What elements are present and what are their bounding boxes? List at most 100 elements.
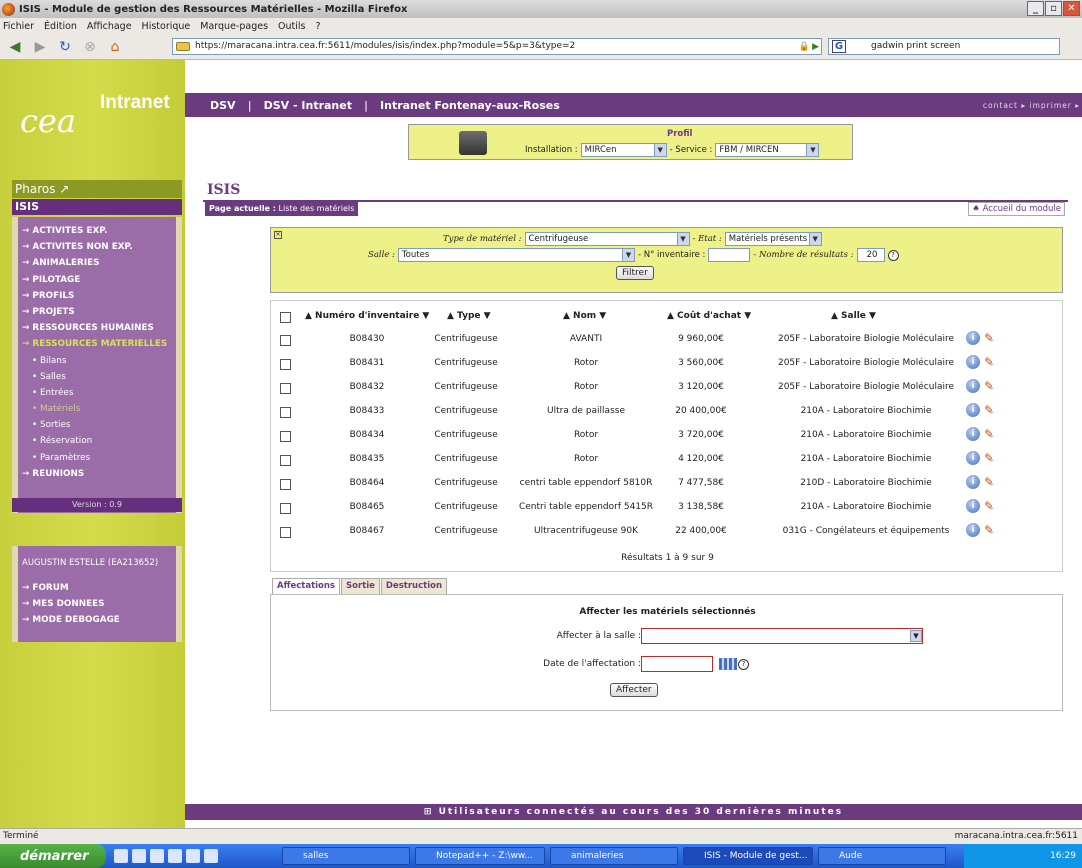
- quicklaunch-word-icon[interactable]: [168, 849, 182, 863]
- sidebar-subitem-parametres[interactable]: • Paramètres: [18, 450, 176, 466]
- help-icon[interactable]: ?: [738, 659, 749, 670]
- sidebar-item-animaleries[interactable]: → ANIMALERIES: [18, 255, 176, 271]
- sidebar-item-projets[interactable]: → PROJETS: [18, 304, 176, 320]
- connected-users-band[interactable]: ⊞ Utilisateurs connectés au cours des 30…: [185, 804, 1082, 820]
- taskbar-item-animaleries[interactable]: animaleries: [550, 847, 678, 865]
- col-header-salle[interactable]: ▲ Salle ▼: [831, 311, 876, 321]
- salle-affect-select[interactable]: ▼: [641, 628, 923, 644]
- info-icon[interactable]: i: [966, 403, 980, 417]
- etat-select[interactable]: Matériels présents ▼: [724, 232, 822, 246]
- col-header-cout[interactable]: ▲ Coût d'achat ▼: [667, 311, 751, 321]
- col-header-inventaire[interactable]: ▲ Numéro d'inventaire ▼: [305, 311, 429, 321]
- col-header-type[interactable]: ▲ Type ▼: [447, 311, 491, 321]
- menu-affichage[interactable]: Affichage: [87, 21, 132, 32]
- col-header-nom[interactable]: ▲ Nom ▼: [563, 311, 606, 321]
- sidebar-item-activites-non-exp[interactable]: → ACTIVITES NON EXP.: [18, 239, 176, 255]
- taskbar-item-salles[interactable]: salles: [282, 847, 410, 865]
- taskbar-item-isis[interactable]: ISIS - Module de gest...: [683, 847, 813, 865]
- row-checkbox[interactable]: [280, 335, 291, 346]
- edit-pencil-icon[interactable]: ✎: [984, 427, 998, 441]
- sidebar-item-ressources-humaines[interactable]: → RESSOURCES HUMAINES: [18, 320, 176, 336]
- inventaire-input[interactable]: [708, 248, 751, 262]
- row-checkbox[interactable]: [280, 455, 291, 466]
- pharos-link[interactable]: Pharos ↗: [12, 180, 182, 198]
- info-icon[interactable]: i: [966, 379, 980, 393]
- cea-logo[interactable]: cea: [20, 102, 80, 142]
- row-checkbox[interactable]: [280, 527, 291, 538]
- sidebar-subitem-sorties[interactable]: • Sorties: [18, 417, 176, 433]
- contact-print-links[interactable]: contact ▸ imprimer ▸: [983, 101, 1080, 110]
- info-icon[interactable]: i: [966, 451, 980, 465]
- nav-link-dsv-intranet[interactable]: DSV - Intranet: [264, 99, 352, 112]
- taskbar-item-aude[interactable]: Aude: [818, 847, 946, 865]
- edit-pencil-icon[interactable]: ✎: [984, 451, 998, 465]
- type-select[interactable]: Centrifugeuse ▼: [524, 232, 690, 246]
- quicklaunch-powerpoint-icon[interactable]: [186, 849, 200, 863]
- filter-button[interactable]: Filtrer: [616, 266, 654, 280]
- info-icon[interactable]: i: [966, 427, 980, 441]
- date-affect-input[interactable]: [641, 656, 713, 672]
- quicklaunch-excel-icon[interactable]: [204, 849, 218, 863]
- edit-pencil-icon[interactable]: ✎: [984, 403, 998, 417]
- menu-help[interactable]: ?: [315, 21, 320, 32]
- maximize-button[interactable]: ▫: [1045, 1, 1062, 16]
- row-checkbox[interactable]: [280, 431, 291, 442]
- edit-pencil-icon[interactable]: ✎: [984, 523, 998, 537]
- module-home-link[interactable]: ♠ Accueil du module: [968, 202, 1065, 216]
- reload-icon[interactable]: ↻: [55, 38, 75, 56]
- sidebar-item-forum[interactable]: → FORUM: [18, 580, 176, 596]
- row-checkbox[interactable]: [280, 383, 291, 394]
- sidebar-subitem-salles[interactable]: • Salles: [18, 369, 176, 385]
- collapse-icon[interactable]: ×: [274, 231, 282, 239]
- back-arrow-icon[interactable]: ◀: [5, 38, 25, 56]
- row-checkbox[interactable]: [280, 479, 291, 490]
- sidebar-item-mode-debogage[interactable]: → MODE DEBOGAGE: [18, 612, 176, 628]
- edit-pencil-icon[interactable]: ✎: [984, 499, 998, 513]
- tab-affectations[interactable]: Affectations: [272, 578, 340, 594]
- quicklaunch-ie-icon[interactable]: [114, 849, 128, 863]
- home-icon[interactable]: ⌂: [105, 38, 125, 56]
- calendar-icon[interactable]: [719, 658, 737, 670]
- edit-pencil-icon[interactable]: ✎: [984, 355, 998, 369]
- start-button[interactable]: démarrer: [0, 844, 106, 868]
- info-icon[interactable]: i: [966, 355, 980, 369]
- quicklaunch-folder-icon[interactable]: [150, 849, 164, 863]
- info-icon[interactable]: i: [966, 499, 980, 513]
- salle-select[interactable]: Toutes ▼: [397, 248, 635, 262]
- help-icon[interactable]: ?: [887, 249, 899, 261]
- menu-fichier[interactable]: Fichier: [3, 21, 34, 32]
- edit-pencil-icon[interactable]: ✎: [984, 475, 998, 489]
- tab-destruction[interactable]: Destruction: [380, 578, 447, 594]
- sidebar-item-pilotage[interactable]: → PILOTAGE: [18, 272, 176, 288]
- search-bar[interactable]: G gadwin print screen: [828, 38, 1060, 55]
- google-icon[interactable]: G: [832, 40, 846, 53]
- sidebar-subitem-bilans[interactable]: • Bilans: [18, 353, 176, 369]
- go-arrow-icon[interactable]: ▶: [812, 40, 819, 55]
- sidebar-subitem-materiels[interactable]: • Matériels: [18, 401, 176, 417]
- menu-outils[interactable]: Outils: [278, 21, 305, 32]
- menu-edition[interactable]: Édition: [44, 21, 77, 32]
- installation-select[interactable]: MIRCen ▼: [580, 143, 667, 157]
- menu-historique[interactable]: Historique: [142, 21, 191, 32]
- sidebar-item-reunions[interactable]: → REUNIONS: [18, 466, 176, 482]
- sidebar-item-profils[interactable]: → PROFILS: [18, 288, 176, 304]
- edit-pencil-icon[interactable]: ✎: [984, 379, 998, 393]
- row-checkbox[interactable]: [280, 359, 291, 370]
- nb-resultats-input[interactable]: 20: [856, 248, 885, 262]
- sidebar-item-mes-donnees[interactable]: → MES DONNEES: [18, 596, 176, 612]
- url-bar[interactable]: https://maracana.intra.cea.fr:5611/modul…: [172, 38, 822, 55]
- select-all-checkbox[interactable]: [280, 312, 291, 323]
- sidebar-item-ressources-materielles[interactable]: → RESSOURCES MATERIELLES: [18, 336, 176, 352]
- sidebar-subitem-reservation[interactable]: • Réservation: [18, 433, 176, 449]
- quicklaunch-firefox-icon[interactable]: [132, 849, 146, 863]
- menu-marque-pages[interactable]: Marque-pages: [200, 21, 268, 32]
- row-checkbox[interactable]: [280, 407, 291, 418]
- info-icon[interactable]: i: [966, 475, 980, 489]
- affecter-button[interactable]: Affecter: [610, 683, 658, 697]
- service-select[interactable]: FBM / MIRCEN ▼: [715, 143, 820, 157]
- stop-icon[interactable]: ⊗: [80, 38, 100, 56]
- taskbar-item-notepad[interactable]: Notepad++ - Z:\ww...: [415, 847, 545, 865]
- forward-arrow-icon[interactable]: ▶: [30, 38, 50, 56]
- sidebar-item-activites-exp[interactable]: → ACTIVITES EXP.: [18, 223, 176, 239]
- edit-pencil-icon[interactable]: ✎: [984, 331, 998, 345]
